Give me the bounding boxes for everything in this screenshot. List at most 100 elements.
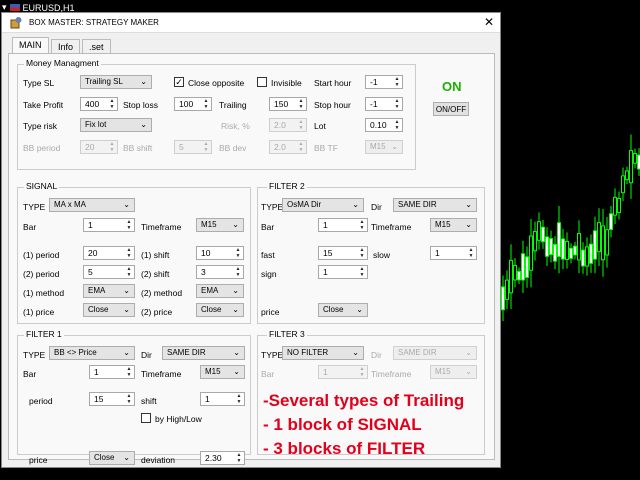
risk-input: 2.0 ▲ ▼ xyxy=(269,118,307,132)
take-profit-input[interactable]: 400 ▲ ▼ xyxy=(80,97,118,111)
filter1-dir-label: Dir xyxy=(141,350,152,360)
signal-title: SIGNAL xyxy=(24,181,60,191)
filter3-dir-label: Dir xyxy=(371,350,382,360)
stop-hour-input[interactable]: -1 ▲ ▼ xyxy=(365,97,403,111)
filter1-title: FILTER 1 xyxy=(24,329,64,339)
filter2-title: FILTER 2 xyxy=(267,181,307,191)
on-off-button[interactable]: ON/OFF xyxy=(433,102,469,116)
pr2-select[interactable]: Close ⌄ xyxy=(196,303,244,317)
close-opposite-label: Close opposite xyxy=(188,78,245,88)
filter3-title: FILTER 3 xyxy=(267,329,307,339)
pr2-label: (2) price xyxy=(141,307,173,317)
signal-type-label: TYPE xyxy=(23,202,46,212)
filter2-bar-label: Bar xyxy=(261,222,275,232)
trailing-input[interactable]: 150 ▲ ▼ xyxy=(269,97,307,111)
promo-line-2: - 1 block of SIGNAL xyxy=(263,415,422,434)
filter3-type-select[interactable]: NO FILTER ⌄ xyxy=(282,346,364,360)
filter1-bar-input[interactable]: 1 ▲ ▼ xyxy=(89,365,135,379)
start-hour-input[interactable]: -1 ▲ ▼ xyxy=(365,75,403,89)
promo-line-3: - 3 blocks of FILTER xyxy=(263,439,426,458)
bb-tf-select: M15 ⌄ xyxy=(365,140,403,154)
take-profit-label: Take Profit xyxy=(23,100,64,110)
tab-set[interactable]: .set xyxy=(82,39,111,54)
filter1-price-select[interactable]: Close ⌄ xyxy=(89,451,135,465)
bb-tf-label: BB TF xyxy=(314,143,338,153)
stop-loss-input[interactable]: 100 ▲ ▼ xyxy=(174,97,212,111)
type-sl-select[interactable]: Trailing SL ⌄ xyxy=(80,75,152,89)
slow-label: slow xyxy=(373,250,391,260)
s2-input[interactable]: 3 ▲ ▼ xyxy=(196,265,244,279)
filter2-price-label: price xyxy=(261,307,280,317)
m2-label: (2) method xyxy=(141,288,183,298)
promo-text: -Several types of Trailing - 1 block of … xyxy=(263,389,464,461)
m1-select[interactable]: EMA ⌄ xyxy=(83,284,135,298)
filter2-price-select[interactable]: Close ⌄ xyxy=(318,303,368,317)
risk-label: Risk, % xyxy=(221,121,250,131)
filter1-period-input[interactable]: 15 ▲ ▼ xyxy=(89,392,135,406)
filter1-shift-input[interactable]: 1 ▲ ▼ xyxy=(200,392,245,406)
tab-main[interactable]: MAIN xyxy=(12,37,49,54)
fast-input[interactable]: 15 ▲ ▼ xyxy=(318,246,368,260)
bb-period-label: BB period xyxy=(23,143,61,153)
stop-hour-label: Stop hour xyxy=(314,100,351,110)
signal-type-select[interactable]: MA x MA ⌄ xyxy=(49,198,135,212)
filter1-bar-label: Bar xyxy=(23,369,37,379)
filter1-deviation-input[interactable]: 2.30 ▲ ▼ xyxy=(200,451,245,465)
app-icon xyxy=(10,17,22,29)
filter1-dir-select[interactable]: SAME DIR ⌄ xyxy=(162,346,245,360)
m2-select[interactable]: EMA ⌄ xyxy=(196,284,244,298)
by-high-low-checkbox[interactable] xyxy=(141,413,151,423)
signal-timeframe-label: Timeframe xyxy=(141,222,182,232)
signal-timeframe-select[interactable]: M15 ⌄ xyxy=(196,218,244,232)
filter3-timeframe-select: M15 ⌄ xyxy=(430,365,477,379)
start-hour-label: Start hour xyxy=(314,78,352,88)
s2-label: (2) shift xyxy=(141,269,170,279)
lot-input[interactable]: 0.10 ▲ ▼ xyxy=(365,118,403,132)
s1-input[interactable]: 10 ▲ ▼ xyxy=(196,246,244,260)
sign-label: sign xyxy=(261,269,277,279)
sign-input[interactable]: 1 ▲ ▼ xyxy=(318,265,368,279)
type-risk-label: Type risk xyxy=(23,121,58,131)
on-status: ON xyxy=(442,79,462,94)
tab-info[interactable]: Info xyxy=(51,39,81,54)
title-bar[interactable]: BOX MASTER: STRATEGY MAKER ✕ xyxy=(2,13,500,33)
promo-line-1: -Several types of Trailing xyxy=(263,391,465,410)
main-tab-panel: Money Managment Type SL Trailing SL ⌄ ✓ C… xyxy=(8,53,495,465)
bb-dev-input: 2.0 ▲ ▼ xyxy=(269,140,307,154)
filter2-dir-select[interactable]: SAME DIR ⌄ xyxy=(393,198,477,212)
type-risk-select[interactable]: Fix lot ⌄ xyxy=(80,118,152,132)
chevron-down-icon: ⌄ xyxy=(140,120,147,129)
filter1-deviation-label: deviation xyxy=(141,455,176,465)
close-opposite-checkbox[interactable]: ✓ xyxy=(174,77,184,87)
filter1-type-label: TYPE xyxy=(23,350,46,360)
filter1-timeframe-select[interactable]: M15 ⌄ xyxy=(200,365,245,379)
signal-bar-input[interactable]: 1 ▲ ▼ xyxy=(83,218,135,232)
filter2-timeframe-select[interactable]: M15 ⌄ xyxy=(430,218,477,232)
m1-label: (1) method xyxy=(23,288,65,298)
p1-label: (1) period xyxy=(23,250,60,260)
filter2-bar-input[interactable]: 1 ▲ ▼ xyxy=(318,218,368,232)
money-management-title: Money Managment xyxy=(24,58,101,68)
p2-input[interactable]: 5 ▲ ▼ xyxy=(83,265,135,279)
p1-input[interactable]: 20 ▲ ▼ xyxy=(83,246,135,260)
filter2-type-select[interactable]: OsMA Dir ⌄ xyxy=(282,198,364,212)
filter3-type-label: TYPE xyxy=(261,350,284,360)
bb-dev-label: BB dev xyxy=(219,143,247,153)
pr1-select[interactable]: Close ⌄ xyxy=(83,303,135,317)
filter1-timeframe-label: Timeframe xyxy=(141,369,182,379)
filter2-timeframe-label: Timeframe xyxy=(371,222,412,232)
type-sl-label: Type SL xyxy=(23,78,55,88)
trailing-label: Trailing xyxy=(219,100,247,110)
filter2-dir-label: Dir xyxy=(371,202,382,212)
signal-bar-label: Bar xyxy=(23,222,37,232)
close-icon[interactable]: ✕ xyxy=(484,15,494,29)
pr1-label: (1) price xyxy=(23,307,55,317)
slow-input[interactable]: 1 ▲ ▼ xyxy=(430,246,477,260)
invisible-checkbox[interactable] xyxy=(257,77,267,87)
window-title: BOX MASTER: STRATEGY MAKER xyxy=(29,18,159,27)
s1-label: (1) shift xyxy=(141,250,170,260)
bb-shift-label: BB shift xyxy=(123,143,153,153)
filter1-type-select[interactable]: BB <> Price ⌄ xyxy=(49,346,135,360)
filter2-type-label: TYPE xyxy=(261,202,284,212)
filter3-bar-input: 1 ▲ ▼ xyxy=(318,365,368,379)
